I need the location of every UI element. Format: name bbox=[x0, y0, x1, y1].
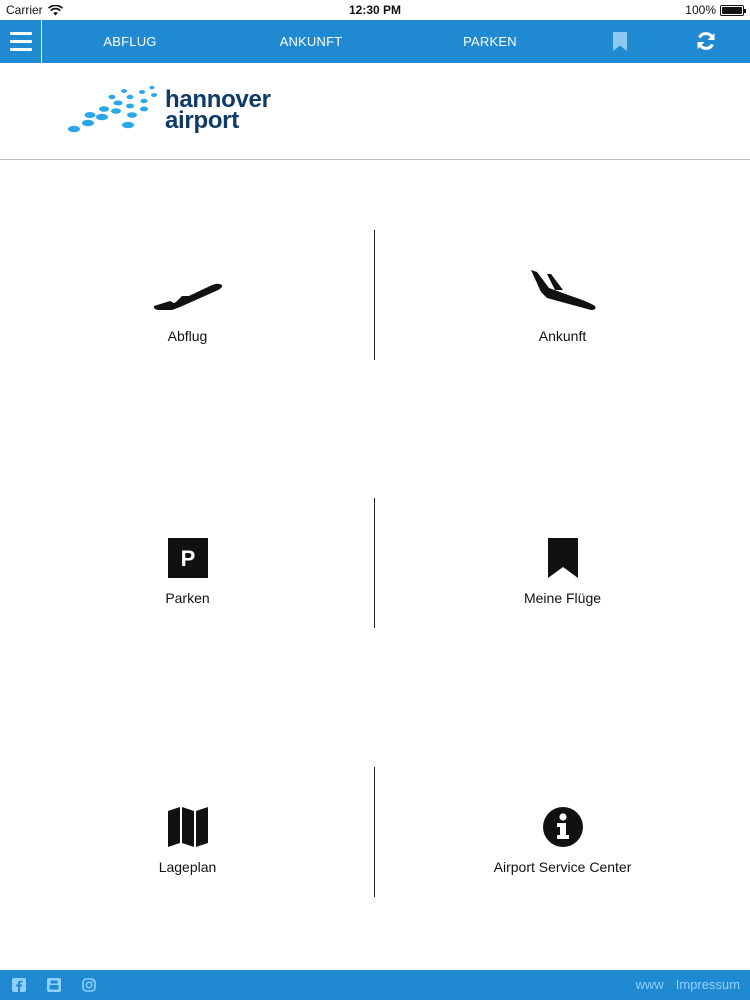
status-bar: Carrier 12:30 PM 100% bbox=[0, 0, 750, 20]
instagram-icon[interactable] bbox=[82, 978, 96, 992]
tile-ankunft[interactable]: Ankunft bbox=[375, 268, 750, 344]
footer-links: www Impressum bbox=[636, 970, 740, 1000]
top-navigation-bar: ABFLUG ANKUNFT PARKEN bbox=[0, 20, 750, 63]
tile-airport-service-center[interactable]: Airport Service Center bbox=[375, 807, 750, 875]
svg-text:P: P bbox=[180, 546, 195, 571]
status-time: 12:30 PM bbox=[348, 3, 402, 17]
logo-dots-icon bbox=[68, 85, 157, 133]
footer-link-www[interactable]: www bbox=[636, 970, 664, 1000]
logo-header: hannover airport bbox=[0, 63, 750, 160]
youtube-icon[interactable] bbox=[47, 978, 61, 992]
bookmark-icon[interactable] bbox=[612, 32, 628, 52]
map-icon bbox=[167, 807, 208, 847]
tile-abflug[interactable]: Abflug bbox=[0, 276, 375, 344]
tile-label: Lageplan bbox=[158, 859, 217, 875]
footer-link-impressum[interactable]: Impressum bbox=[676, 970, 740, 1000]
nav-tab-abflug[interactable]: ABFLUG bbox=[90, 20, 170, 63]
departure-plane-icon bbox=[153, 283, 222, 310]
tile-lageplan[interactable]: Lageplan bbox=[0, 807, 375, 875]
hannover-airport-logo: hannover airport bbox=[68, 85, 271, 137]
info-icon bbox=[542, 807, 583, 847]
footer-bar: www Impressum bbox=[0, 970, 750, 1000]
tile-label: Airport Service Center bbox=[493, 859, 632, 875]
status-right: 100% bbox=[685, 3, 746, 17]
battery-icon bbox=[720, 4, 746, 16]
battery-level bbox=[722, 6, 742, 14]
hamburger-menu-icon[interactable] bbox=[0, 20, 42, 63]
tile-label: Parken bbox=[165, 590, 210, 606]
tile-label: Ankunft bbox=[538, 328, 587, 344]
parking-icon: P bbox=[167, 538, 208, 578]
logo-text: hannover airport bbox=[165, 88, 271, 134]
tile-label: Abflug bbox=[167, 328, 208, 344]
tile-parken[interactable]: P Parken bbox=[0, 538, 375, 606]
logo-text-airport: airport bbox=[165, 107, 239, 134]
bookmark-icon bbox=[547, 538, 578, 578]
tile-label: Meine Flüge bbox=[523, 590, 602, 606]
tile-meine-fluege[interactable]: Meine Flüge bbox=[375, 538, 750, 606]
nav-tab-ankunft[interactable]: ANKUNFT bbox=[268, 20, 354, 63]
arrival-plane-icon bbox=[530, 270, 595, 310]
nav-tab-parken[interactable]: PARKEN bbox=[452, 20, 528, 63]
facebook-icon[interactable] bbox=[12, 978, 26, 992]
battery-percent: 100% bbox=[685, 3, 716, 17]
refresh-icon[interactable] bbox=[695, 30, 717, 52]
